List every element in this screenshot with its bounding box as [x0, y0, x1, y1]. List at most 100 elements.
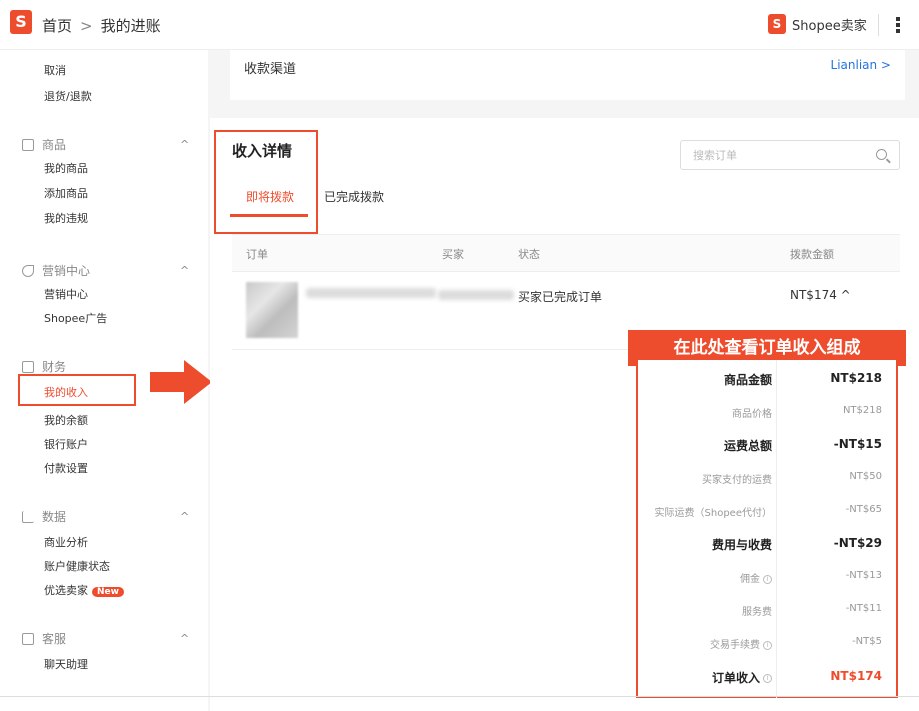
- page-bottom-divider: [0, 696, 919, 697]
- seller-label: Shopee卖家: [792, 18, 867, 34]
- breadcrumb-separator: >: [80, 17, 93, 35]
- breakdown-row: 服务费 -NT$11: [638, 593, 896, 626]
- breakdown-row: 商品金额 NT$218: [638, 362, 896, 395]
- breakdown-label: 买家支付的运费: [702, 475, 772, 486]
- sidebar-section-finance[interactable]: 财务: [22, 358, 66, 375]
- payment-channel-panel: 收款渠道 Lianlian >: [230, 50, 905, 100]
- breakdown-value: NT$218: [842, 405, 882, 416]
- order-status: 买家已完成订单: [518, 290, 603, 304]
- breakdown-label: 商品价格: [732, 409, 772, 420]
- column-header-amount: 拨款金额: [790, 248, 834, 261]
- breakdown-label: 商品金额: [723, 373, 772, 387]
- breakdown-label: 服务费: [742, 607, 772, 618]
- chevron-up-icon[interactable]: ^: [180, 632, 189, 645]
- breakdown-row: 订单收入 i NT$174: [638, 660, 896, 693]
- breakdown-row: 实际运费（Shopee代付） -NT$65: [638, 494, 896, 527]
- page-title: 收入详情: [232, 142, 293, 160]
- sidebar-item-chat-assistant[interactable]: 聊天助理: [44, 656, 88, 672]
- sidebar-item-marketing-center[interactable]: 营销中心: [44, 286, 88, 302]
- sidebar-item-account-health[interactable]: 账户健康状态: [44, 558, 110, 574]
- item-label: 优选卖家: [44, 584, 88, 597]
- sidebar-section-marketing[interactable]: 营销中心: [22, 262, 90, 279]
- search-input[interactable]: [681, 141, 861, 169]
- breakdown-label: 费用与收费: [711, 538, 772, 552]
- section-label: 数据: [42, 510, 67, 524]
- breakdown-value: NT$218: [830, 371, 882, 385]
- chevron-up-icon[interactable]: ^: [180, 264, 189, 277]
- sidebar-item-business-insights[interactable]: 商业分析: [44, 534, 88, 550]
- breadcrumb-home[interactable]: 首页: [42, 17, 72, 35]
- shopee-logo-icon[interactable]: S: [10, 10, 32, 34]
- info-icon[interactable]: i: [763, 674, 772, 683]
- search-icon[interactable]: [876, 149, 887, 160]
- section-label: 营销中心: [42, 264, 91, 278]
- breakdown-value: -NT$29: [833, 536, 882, 550]
- chevron-up-icon[interactable]: ^: [180, 138, 189, 151]
- chevron-up-icon[interactable]: ^: [180, 510, 189, 523]
- breakdown-label: 佣金 i: [740, 570, 772, 585]
- sidebar-item-preferred-seller[interactable]: 优选卖家 New: [44, 582, 124, 598]
- channel-link[interactable]: Lianlian >: [831, 58, 891, 72]
- breakdown-value: -NT$13: [845, 570, 882, 581]
- blurred-buyer-name: [438, 290, 514, 300]
- sidebar-item-returns[interactable]: 退货/退款: [44, 88, 92, 104]
- breakdown-row: 费用与收费 -NT$29: [638, 527, 896, 560]
- sidebar-item-violations[interactable]: 我的违规: [44, 210, 88, 226]
- table-header: 订单 买家 状态 拨款金额: [232, 234, 900, 272]
- breakdown-value: NT$50: [849, 471, 882, 482]
- income-breakdown: 商品金额 NT$218 商品价格 NT$218 运费总额 -NT$15 买家支付的运费…: [636, 360, 898, 698]
- top-bar: S 首页 > 我的进账 S Shopee卖家: [0, 0, 919, 50]
- breakdown-value: -NT$5: [852, 636, 882, 647]
- breakdown-value: NT$174: [830, 669, 882, 683]
- order-search-box[interactable]: [680, 140, 900, 170]
- sidebar-section-product[interactable]: 商品: [22, 136, 66, 153]
- breakdown-row: 交易手续费 i -NT$5: [638, 626, 896, 659]
- column-header-status: 状态: [518, 248, 540, 261]
- section-label: 财务: [42, 360, 67, 374]
- column-header-buyer: 买家: [442, 248, 464, 261]
- column-header-order: 订单: [246, 248, 268, 261]
- sidebar-item-payment-settings[interactable]: 付款设置: [44, 460, 88, 476]
- tab-completed-payout[interactable]: 已完成拨款: [324, 188, 384, 205]
- highlight-box-my-income: [18, 374, 136, 406]
- seller-account[interactable]: S Shopee卖家: [768, 14, 867, 34]
- sidebar-item-my-balance[interactable]: 我的余额: [44, 412, 88, 428]
- section-label: 客服: [42, 632, 67, 646]
- sidebar-item-add-product[interactable]: 添加商品: [44, 185, 88, 201]
- wallet-icon: [22, 360, 34, 373]
- breakdown-label: 交易手续费 i: [710, 636, 772, 651]
- breadcrumb: 首页 > 我的进账: [42, 15, 161, 36]
- breakdown-row: 运费总额 -NT$15: [638, 428, 896, 461]
- active-tab-indicator: [230, 214, 308, 217]
- label-text: 交易手续费: [710, 640, 760, 651]
- header-divider: [878, 14, 879, 36]
- chart-icon: [22, 510, 34, 523]
- product-thumbnail: [246, 282, 298, 338]
- section-label: 商品: [42, 138, 67, 152]
- sidebar-section-service[interactable]: 客服: [22, 630, 66, 647]
- sidebar-item-cancel[interactable]: 取消: [44, 62, 66, 78]
- breakdown-label: 实际运费（Shopee代付）: [654, 508, 772, 519]
- sidebar-item-shopee-ads[interactable]: Shopee广告: [44, 310, 107, 326]
- app-grid-icon[interactable]: [896, 16, 910, 34]
- info-icon[interactable]: i: [763, 574, 772, 584]
- tag-icon: [22, 264, 34, 277]
- shopee-bag-icon: S: [768, 14, 786, 34]
- sidebar-section-data[interactable]: 数据: [22, 508, 66, 525]
- channel-label: 收款渠道: [244, 62, 297, 77]
- tab-upcoming-payout[interactable]: 即将拨款: [246, 188, 294, 205]
- label-text: 订单收入: [711, 671, 760, 685]
- payout-amount-toggle[interactable]: NT$174 ^: [790, 288, 851, 302]
- blurred-product-name: [306, 288, 436, 298]
- sidebar-item-my-products[interactable]: 我的商品: [44, 160, 88, 176]
- breakdown-label: 订单收入 i: [712, 669, 772, 686]
- breakdown-row: 佣金 i -NT$13: [638, 560, 896, 593]
- breakdown-value: -NT$15: [833, 437, 882, 451]
- breakdown-value: -NT$65: [845, 504, 882, 515]
- sidebar-item-bank-account[interactable]: 银行账户: [44, 436, 88, 452]
- chat-icon: [22, 632, 34, 645]
- label-text: 佣金: [740, 574, 760, 585]
- annotation-arrow-icon: [150, 360, 212, 404]
- breakdown-row: 买家支付的运费 NT$50: [638, 461, 896, 494]
- info-icon[interactable]: i: [763, 640, 772, 650]
